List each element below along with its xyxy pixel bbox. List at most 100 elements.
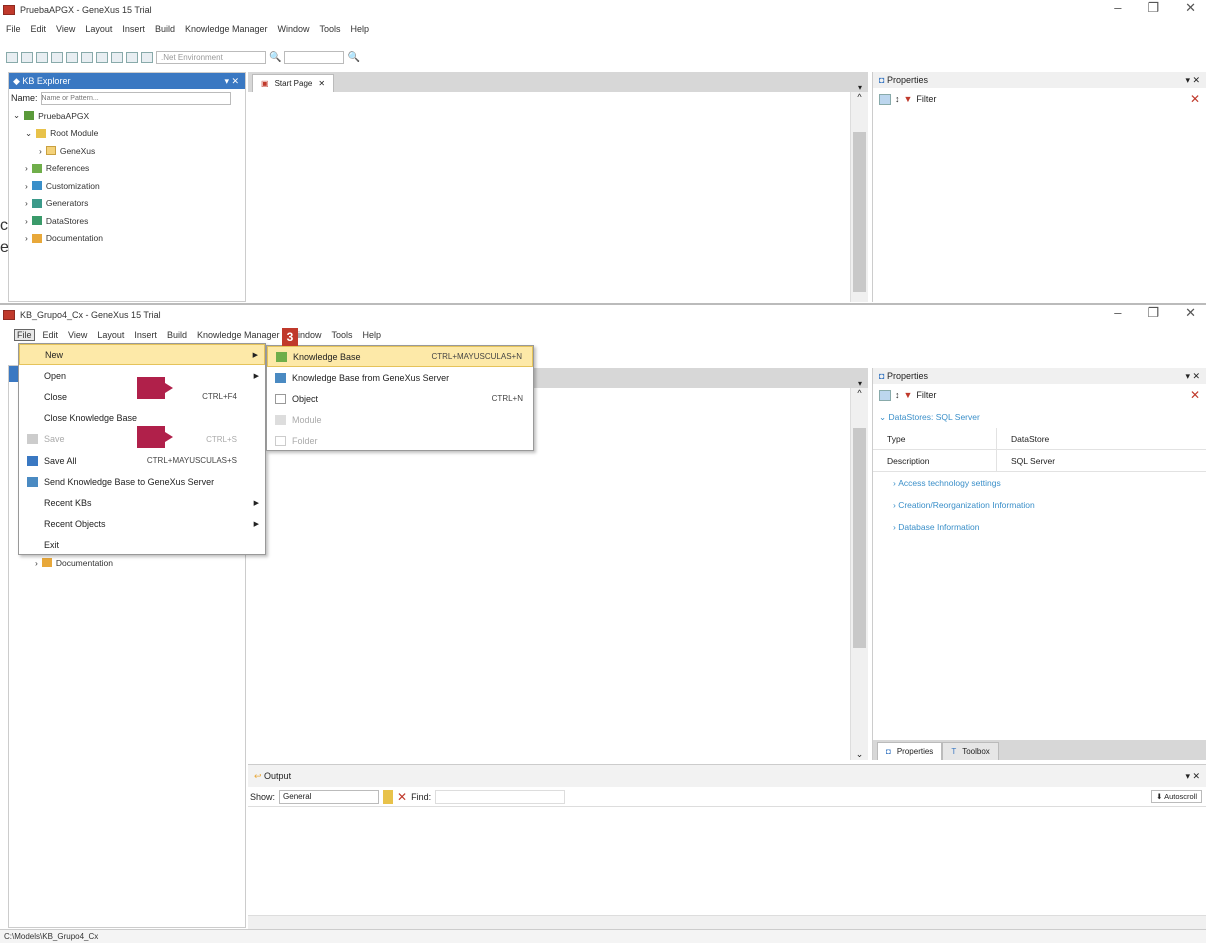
pane-pin-icon[interactable]: ▾ ✕: [1185, 75, 1200, 86]
submenu-item-module[interactable]: Module: [267, 410, 533, 431]
search-box[interactable]: [284, 50, 345, 64]
menu-knowledge-manager[interactable]: Knowledge Manager: [195, 330, 282, 340]
search-icon[interactable]: 🔍: [269, 52, 281, 63]
submenu-item-object[interactable]: Object CTRL+N: [267, 388, 533, 409]
tree-item-references[interactable]: › References: [13, 160, 245, 178]
filter-icon[interactable]: ▼: [904, 390, 913, 400]
submenu-item-kb-from-server[interactable]: Knowledge Base from GeneXus Server: [267, 367, 533, 388]
menu-view[interactable]: View: [54, 24, 77, 34]
filter-icon[interactable]: ▼: [904, 94, 913, 104]
win2-vertical-scrollbar[interactable]: ^ ⌄: [850, 388, 868, 760]
categorized-icon[interactable]: [879, 93, 891, 105]
output-pane: ↩ Output ▾ ✕ Show: General ✕ Find: ⬇ Aut…: [248, 764, 1206, 929]
output-horizontal-scrollbar[interactable]: [248, 915, 1206, 929]
run-icon[interactable]: [141, 51, 153, 63]
genexus-app-icon: [3, 310, 15, 320]
win2-properties-header: ◘ Properties ▾ ✕: [873, 368, 1206, 384]
menu-knowledge-manager[interactable]: Knowledge Manager: [183, 24, 270, 34]
menu-item-save-all[interactable]: Save All CTRL+MAYUSCULAS+S: [19, 450, 265, 471]
menu-window[interactable]: Window: [276, 24, 312, 34]
redo-icon[interactable]: [111, 51, 123, 63]
menu-edit[interactable]: Edit: [41, 330, 61, 340]
autoscroll-button[interactable]: ⬇ Autoscroll: [1151, 790, 1202, 803]
win1-properties: ◘ Properties ▾ ✕ ↕ ▼ Filter ✕: [872, 72, 1206, 302]
prop-group-creation-reorganization[interactable]: › Creation/Reorganization Information: [873, 494, 1206, 516]
find-input[interactable]: [435, 789, 566, 804]
tab-dropdown-icon[interactable]: ▾: [858, 83, 862, 92]
cut-icon[interactable]: [51, 51, 63, 63]
menu-item-send-kb[interactable]: Send Knowledge Base to GeneXus Server: [19, 471, 265, 492]
tree-item-root-kb[interactable]: ⌄ PruebaAPGX: [13, 107, 245, 125]
menu-item-recent-kbs[interactable]: Recent KBs ▶: [19, 492, 265, 513]
scroll-thumb[interactable]: [853, 428, 866, 648]
prop-group-access-technology[interactable]: › Access technology settings: [873, 472, 1206, 494]
menu-insert[interactable]: Insert: [120, 24, 147, 34]
tree-item-datastores[interactable]: › DataStores: [13, 212, 245, 230]
dropdown-icon[interactable]: [383, 789, 394, 804]
sort-az-icon[interactable]: ↕: [895, 390, 900, 400]
tree-item-customization[interactable]: › Customization: [13, 177, 245, 195]
tab-start-page[interactable]: ▣ Start Page ✕: [252, 74, 335, 92]
close-icon[interactable]: ✕: [1185, 305, 1196, 321]
close-tab-icon[interactable]: ✕: [318, 79, 325, 88]
menu-layout[interactable]: Layout: [95, 330, 126, 340]
submenu-item-knowledge-base[interactable]: Knowledge Base CTRL+MAYUSCULAS+N: [267, 346, 533, 368]
menu-file[interactable]: File: [4, 24, 23, 34]
categorized-icon[interactable]: [879, 389, 891, 401]
kb-name-input[interactable]: [40, 91, 231, 105]
build-icon[interactable]: [126, 51, 138, 63]
sort-az-icon[interactable]: ↕: [895, 94, 900, 104]
save-icon[interactable]: [36, 51, 48, 63]
pane-pin-icon[interactable]: ▾ ✕: [1185, 771, 1200, 782]
menu-build[interactable]: Build: [153, 24, 177, 34]
properties-section-header[interactable]: ⌄ DataStores: SQL Server: [873, 406, 1206, 428]
scroll-thumb[interactable]: [853, 132, 866, 292]
filter-label: Filter: [916, 94, 937, 104]
maximize-icon[interactable]: ❐: [1147, 0, 1159, 16]
pane-pin-icon[interactable]: ▾ ✕: [224, 76, 239, 87]
menu-tools[interactable]: Tools: [318, 24, 343, 34]
pane-pin-icon[interactable]: ▾ ✕: [1185, 371, 1200, 382]
server-icon: [275, 372, 286, 383]
tree-item-genexus[interactable]: › GeneXus: [13, 142, 245, 160]
tab-dropdown-icon[interactable]: ▾: [858, 379, 862, 388]
open-icon[interactable]: [21, 51, 33, 63]
new-icon[interactable]: [6, 51, 18, 63]
paste-icon[interactable]: [81, 51, 93, 63]
menu-item-new[interactable]: New ▶: [19, 344, 265, 366]
menu-tools[interactable]: Tools: [330, 330, 355, 340]
menu-build[interactable]: Build: [165, 330, 189, 340]
menu-insert[interactable]: Insert: [132, 330, 159, 340]
menu-help[interactable]: Help: [361, 330, 384, 340]
menu-layout[interactable]: Layout: [83, 24, 114, 34]
menu-edit[interactable]: Edit: [29, 24, 49, 34]
tab-properties[interactable]: ◘ Properties: [877, 742, 943, 760]
menu-item-exit[interactable]: Exit: [19, 535, 265, 556]
minimize-icon[interactable]: –: [1114, 305, 1121, 321]
clear-filter-icon[interactable]: ✕: [1190, 92, 1200, 106]
prop-group-database-information[interactable]: › Database Information: [873, 516, 1206, 538]
win1-vertical-scrollbar[interactable]: ^: [850, 92, 868, 302]
copy-icon[interactable]: [66, 51, 78, 63]
environment-select[interactable]: .Net Environment: [156, 50, 266, 64]
tree-item-documentation[interactable]: › Documentation: [35, 554, 113, 572]
maximize-icon[interactable]: ❐: [1147, 305, 1159, 321]
prop-row-description[interactable]: Description SQL Server: [873, 450, 1206, 472]
menu-help[interactable]: Help: [349, 24, 372, 34]
menu-file[interactable]: File: [14, 328, 35, 341]
tab-toolbox[interactable]: T Toolbox: [942, 742, 999, 760]
tree-item-generators[interactable]: › Generators: [13, 195, 245, 213]
close-icon[interactable]: ✕: [1185, 0, 1196, 16]
zoom-icon[interactable]: 🔍: [347, 52, 359, 63]
tree-item-documentation[interactable]: › Documentation: [13, 230, 245, 248]
clear-output-icon[interactable]: ✕: [397, 790, 407, 804]
tree-item-root-module[interactable]: ⌄ Root Module: [13, 125, 245, 143]
menu-view[interactable]: View: [66, 330, 89, 340]
prop-row-type[interactable]: Type DataStore: [873, 428, 1206, 450]
clear-filter-icon[interactable]: ✕: [1190, 388, 1200, 402]
menu-item-recent-objects[interactable]: Recent Objects ▶: [19, 514, 265, 535]
show-select[interactable]: General: [279, 789, 380, 804]
minimize-icon[interactable]: –: [1114, 0, 1121, 16]
submenu-item-folder[interactable]: Folder: [267, 431, 533, 452]
undo-icon[interactable]: [96, 51, 108, 63]
